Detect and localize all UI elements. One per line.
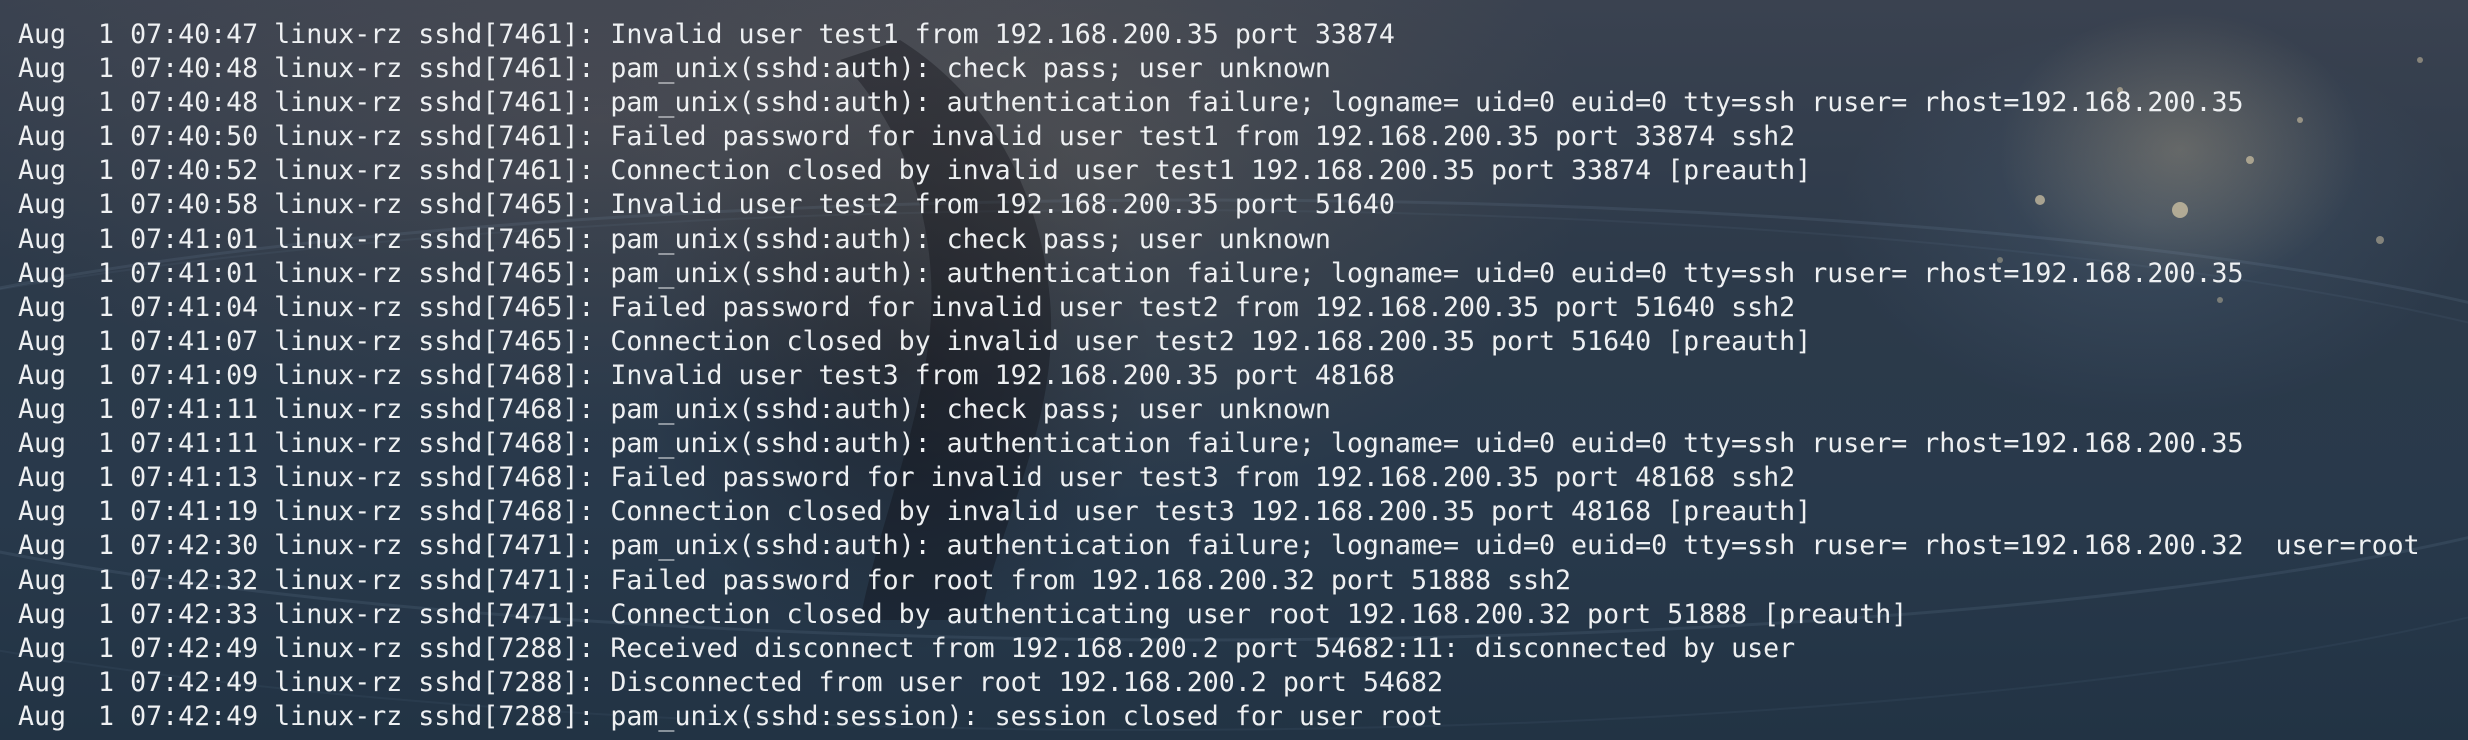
- log-line: Aug 1 07:42:32 linux-rz sshd[7471]: Fail…: [18, 564, 1572, 596]
- terminal-window[interactable]: Aug 1 07:40:47 linux-rz sshd[7461]: Inva…: [0, 0, 2468, 740]
- log-line: Aug 1 07:40:48 linux-rz sshd[7461]: pam_…: [18, 53, 1331, 85]
- log-line: Aug 1 07:42:33 linux-rz sshd[7471]: Conn…: [18, 598, 1908, 630]
- log-line: Aug 1 07:42:49 linux-rz sshd[7288]: Rece…: [18, 632, 1796, 664]
- log-line: Aug 1 07:42:49 linux-rz sshd[7288]: Disc…: [18, 666, 1443, 698]
- log-line: Aug 1 07:41:19 linux-rz sshd[7468]: Conn…: [18, 496, 1812, 528]
- log-line: Aug 1 07:42:30 linux-rz sshd[7471]: pam_…: [18, 530, 2420, 562]
- log-line: Aug 1 07:41:04 linux-rz sshd[7465]: Fail…: [18, 291, 1796, 323]
- log-line: Aug 1 07:40:48 linux-rz sshd[7461]: pam_…: [18, 87, 2244, 119]
- log-line: Aug 1 07:41:07 linux-rz sshd[7465]: Conn…: [18, 325, 1812, 357]
- log-line: Aug 1 07:41:11 linux-rz sshd[7468]: pam_…: [18, 394, 1331, 426]
- log-line: Aug 1 07:41:13 linux-rz sshd[7468]: Fail…: [18, 462, 1796, 494]
- log-line: Aug 1 07:41:01 linux-rz sshd[7465]: pam_…: [18, 257, 2244, 289]
- log-line: Aug 1 07:41:01 linux-rz sshd[7465]: pam_…: [18, 223, 1331, 255]
- log-line: Aug 1 07:41:09 linux-rz sshd[7468]: Inva…: [18, 359, 1395, 391]
- log-line: Aug 1 07:42:49 linux-rz sshd[7288]: pam_…: [18, 700, 1443, 732]
- log-line: Aug 1 07:40:50 linux-rz sshd[7461]: Fail…: [18, 121, 1796, 153]
- log-line: Aug 1 07:40:58 linux-rz sshd[7465]: Inva…: [18, 189, 1395, 221]
- log-line: Aug 1 07:41:11 linux-rz sshd[7468]: pam_…: [18, 428, 2244, 460]
- log-line: Aug 1 07:40:52 linux-rz sshd[7461]: Conn…: [18, 155, 1812, 187]
- log-line: Aug 1 07:40:47 linux-rz sshd[7461]: Inva…: [18, 19, 1395, 50]
- log-output: Aug 1 07:40:47 linux-rz sshd[7461]: Inva…: [18, 18, 2420, 734]
